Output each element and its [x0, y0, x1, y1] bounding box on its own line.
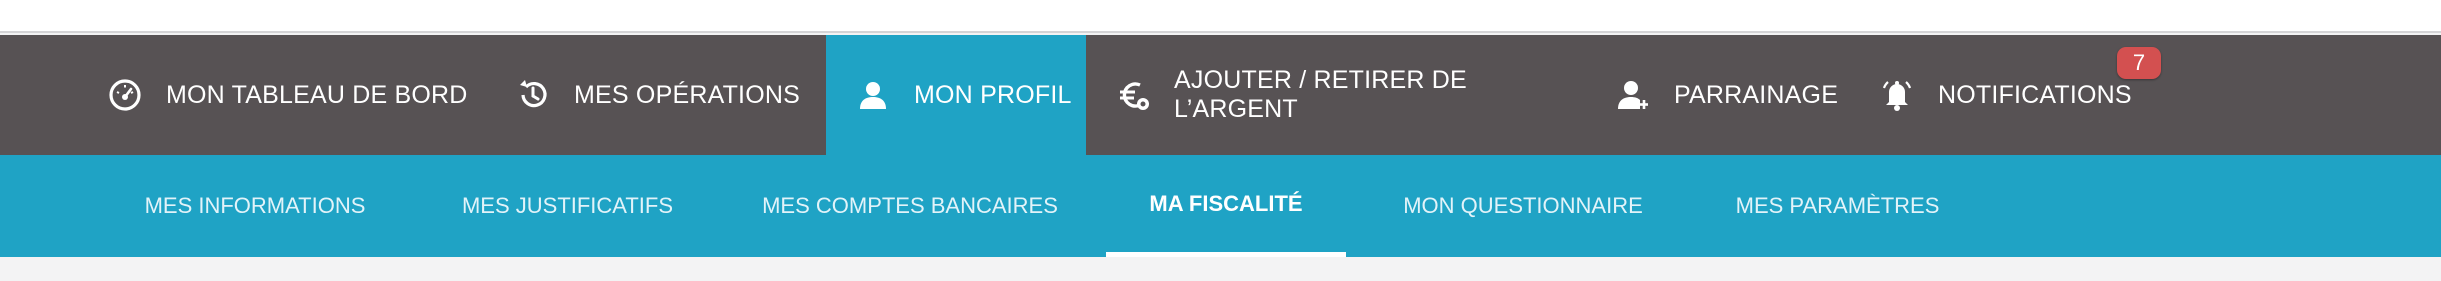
euro-money-icon [1116, 78, 1150, 112]
browser-top-strip [0, 0, 2441, 33]
nav-item-referral[interactable]: PARRAINAGE [1616, 35, 1839, 155]
nav-item-profile[interactable]: MON PROFIL [826, 35, 1086, 155]
nav-item-operations-label: MES OPÉRATIONS [574, 80, 800, 109]
nav-item-add-withdraw-money-label: AJOUTER / RETIRER DE L’ARGENT [1174, 66, 1467, 123]
nav-item-operations[interactable]: MES OPÉRATIONS [516, 35, 826, 155]
tab-mes-informations-label: MES INFORMATIONS [144, 193, 366, 218]
tab-mes-comptes-bancaires[interactable]: MES COMPTES BANCAIRES [760, 155, 1060, 257]
bell-icon [1880, 78, 1914, 112]
tab-mes-justificatifs[interactable]: MES JUSTIFICATIFS [455, 155, 680, 257]
nav-item-dashboard-label: MON TABLEAU DE BORD [166, 80, 468, 109]
history-clock-icon [516, 78, 550, 112]
tab-mes-parametres-label: MES PARAMÈTRES [1735, 193, 1940, 218]
profile-sub-navigation: MES INFORMATIONS MES JUSTIFICATIFS MES C… [0, 155, 2441, 257]
notifications-count-badge: 7 [2117, 47, 2161, 79]
nav-item-notifications-label: NOTIFICATIONS [1938, 80, 2132, 109]
tab-mes-informations[interactable]: MES INFORMATIONS [140, 155, 370, 257]
tab-ma-fiscalite[interactable]: MA FISCALITÉ [1106, 155, 1346, 257]
nav-item-notifications[interactable]: NOTIFICATIONS [1880, 35, 2140, 155]
tab-mes-comptes-bancaires-label: MES COMPTES BANCAIRES [762, 193, 1058, 218]
nav-item-profile-label: MON PROFIL [914, 80, 1072, 109]
tab-mon-questionnaire[interactable]: MON QUESTIONNAIRE [1393, 155, 1653, 257]
nav-item-referral-label: PARRAINAGE [1674, 80, 1839, 109]
nav-item-add-withdraw-money[interactable]: AJOUTER / RETIRER DE L’ARGENT [1116, 35, 1576, 155]
tab-ma-fiscalite-label: MA FISCALITÉ [1149, 190, 1303, 216]
user-add-icon [1616, 78, 1650, 112]
user-icon [856, 78, 890, 112]
page-content-background [0, 257, 2441, 281]
dashboard-gauge-icon [108, 78, 142, 112]
main-navigation: MON TABLEAU DE BORD MES OPÉRATIONS MON P… [0, 35, 2441, 155]
tab-mon-questionnaire-label: MON QUESTIONNAIRE [1403, 193, 1643, 218]
tab-mes-parametres[interactable]: MES PARAMÈTRES [1730, 155, 1945, 257]
tab-mes-justificatifs-label: MES JUSTIFICATIFS [461, 193, 674, 218]
nav-item-dashboard[interactable]: MON TABLEAU DE BORD [108, 35, 498, 155]
